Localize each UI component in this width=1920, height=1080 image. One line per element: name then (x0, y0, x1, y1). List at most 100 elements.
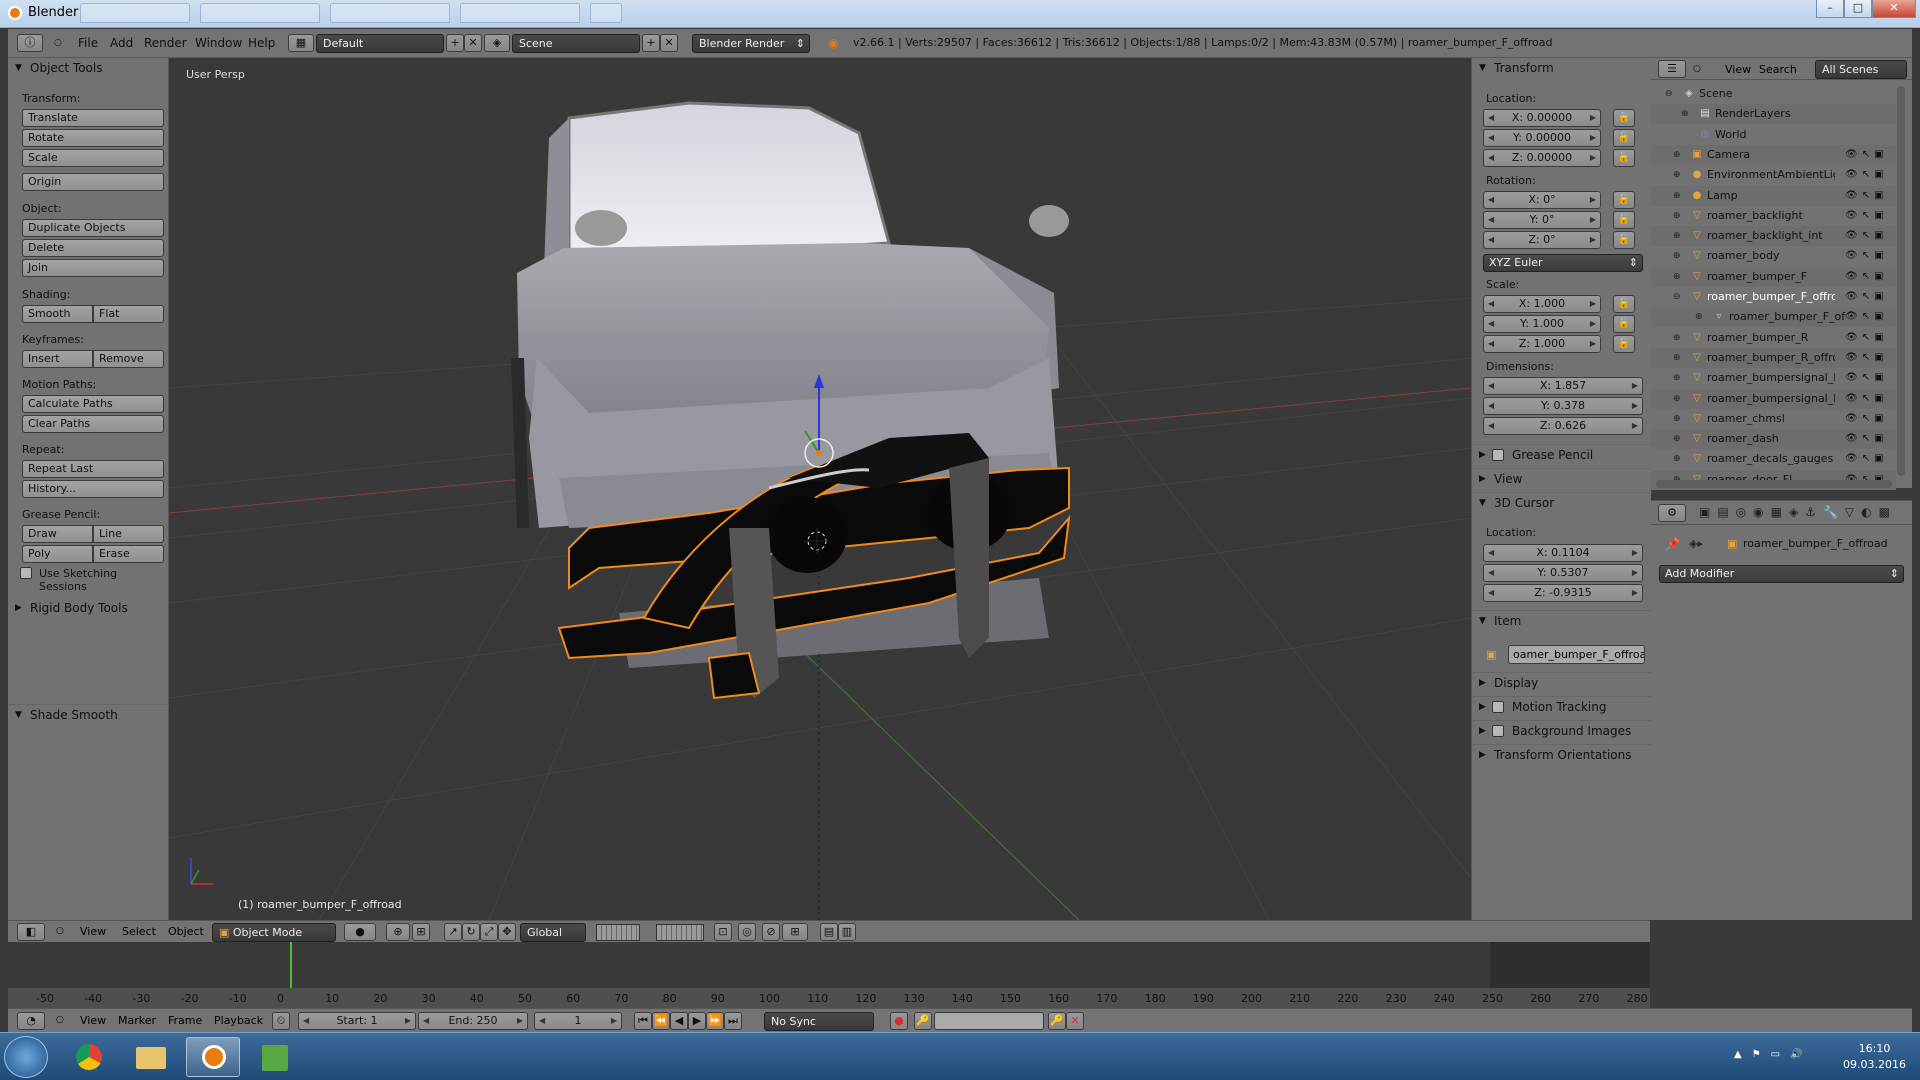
3d-viewport[interactable] (169, 58, 1471, 920)
render-image-icon[interactable]: ▤ (820, 923, 838, 941)
expand-toggle-icon[interactable]: ⊕ (1695, 307, 1703, 327)
rotate-manipulator-icon[interactable]: ↻ (462, 923, 480, 941)
play-icon[interactable]: ▶ (688, 1012, 706, 1030)
lock-icon[interactable]: 🔓 (1613, 231, 1635, 249)
increment-arrow-icon[interactable]: ▶ (1590, 212, 1596, 228)
object-tools-header[interactable]: ▼ Object Tools (8, 58, 169, 78)
outliner-row[interactable]: ⊕ ▤ RenderLayers (1651, 104, 1896, 125)
expand-toggle-icon[interactable]: ⊕ (1673, 186, 1681, 206)
grease-poly-button[interactable]: Poly (22, 545, 93, 563)
snap-element-icon[interactable]: ⊞ (782, 923, 808, 941)
current-frame-field[interactable]: ◀ 1 ▶ (534, 1012, 622, 1030)
viewport-menu-view[interactable]: View (80, 925, 106, 938)
increment-arrow-icon[interactable]: ▶ (1632, 398, 1638, 414)
decrement-arrow-icon[interactable]: ◀ (1488, 130, 1494, 146)
translate-manipulator-icon[interactable]: ↗ (444, 923, 462, 941)
keying-set-icon[interactable]: 🔑 (914, 1012, 932, 1030)
grease-erase-button[interactable]: Erase (93, 545, 164, 563)
layers-grid-icon[interactable] (596, 924, 640, 941)
timeline-menu-frame[interactable]: Frame (168, 1014, 202, 1027)
outliner-row[interactable]: ⊕ ▽ roamer_bumpersignal_FF 👁↖▣ (1651, 388, 1896, 409)
dimension-z-field[interactable]: ◀ Z: 0.626 ▶ (1483, 417, 1643, 435)
insert-keyframe-button[interactable]: Insert (22, 350, 93, 368)
outliner-row[interactable]: ⊕ ▽ roamer_bumper_F 👁↖▣ (1651, 266, 1896, 287)
outliner-row[interactable]: ◍ World (1651, 125, 1896, 145)
outliner-row[interactable]: ⊖ ◈ Scene (1651, 84, 1896, 104)
rotate-button[interactable]: Rotate (22, 129, 164, 147)
cursor-z-field[interactable]: ◀ Z: -0.9315 ▶ (1483, 584, 1643, 602)
lock-icon[interactable]: 🔒 (1613, 109, 1635, 127)
decrement-arrow-icon[interactable]: ◀ (1488, 150, 1494, 166)
grease-draw-button[interactable]: Draw (22, 525, 93, 543)
rotation-x-field[interactable]: ◀ X: 0° ▶ (1483, 191, 1601, 209)
chrome-taskbar-icon[interactable] (62, 1037, 116, 1077)
timeline-editor-icon[interactable]: ◔ (17, 1012, 45, 1030)
decrement-arrow-icon[interactable]: ◀ (1488, 212, 1494, 228)
decrement-arrow-icon[interactable]: ◀ (1488, 585, 1494, 601)
decrement-arrow-icon[interactable]: ◀ (1488, 316, 1494, 332)
increment-arrow-icon[interactable]: ▶ (1590, 296, 1596, 312)
grease-pencil-panel-header[interactable]: ▶ Grease Pencil (1472, 444, 1652, 464)
pin-icon[interactable]: 📌 (1665, 537, 1680, 551)
visibility-select-render-icons[interactable]: 👁↖▣ (1845, 328, 1888, 348)
outliner-row[interactable]: ⊕ ▽ roamer_body 👁↖▣ (1651, 246, 1896, 266)
cursor-x-field[interactable]: ◀ X: 0.1104 ▶ (1483, 544, 1643, 562)
grease-pencil-checkbox[interactable] (1492, 449, 1504, 461)
visibility-select-render-icons[interactable]: 👁↖▣ (1845, 246, 1888, 266)
render-engine-select[interactable]: Blender Render ⇕ (692, 34, 810, 53)
visibility-select-render-icons[interactable]: 👁↖▣ (1845, 348, 1888, 368)
scale-y-field[interactable]: ◀ Y: 1.000 ▶ (1483, 315, 1601, 333)
expand-toggle-icon[interactable]: ⊕ (1673, 328, 1681, 348)
increment-arrow-icon[interactable]: ▶ (1632, 585, 1638, 601)
interaction-mode-select[interactable]: ▣ Object Mode (212, 923, 336, 942)
visibility-select-render-icons[interactable]: 👁↖▣ (1845, 267, 1888, 287)
scale-manipulator-icon[interactable]: ⤢ (480, 923, 498, 941)
item-panel-header[interactable]: ▼ Item (1472, 610, 1652, 630)
decrement-arrow-icon[interactable]: ◀ (1488, 378, 1494, 394)
visibility-select-render-icons[interactable]: 👁↖▣ (1845, 165, 1888, 185)
collapse-menu-icon[interactable]: ○ (1693, 64, 1701, 74)
properties-context-tabs-icon[interactable]: ▣▤◎◉▦◈⚓🔧▽◐▩ (1699, 505, 1897, 519)
visibility-select-render-icons[interactable]: 👁↖▣ (1845, 186, 1888, 206)
grease-line-button[interactable]: Line (93, 525, 164, 543)
increment-arrow-icon[interactable]: ▶ (1590, 150, 1596, 166)
view-panel-header[interactable]: ▶ View (1472, 468, 1652, 488)
insert-keyframe-icon[interactable]: 🔑 (1048, 1012, 1066, 1030)
visibility-select-render-icons[interactable]: 👁↖▣ (1845, 449, 1888, 469)
scale-x-field[interactable]: ◀ X: 1.000 ▶ (1483, 295, 1601, 313)
collapse-menu-icon[interactable]: ○ (56, 926, 64, 936)
snap-icon[interactable]: ⊘ (762, 923, 780, 941)
menu-file[interactable]: File (78, 36, 98, 50)
expand-toggle-icon[interactable]: ⊕ (1673, 165, 1681, 185)
expand-toggle-icon[interactable]: ⊕ (1673, 429, 1681, 449)
visibility-select-render-icons[interactable]: 👁↖▣ (1845, 368, 1888, 388)
timeline-menu-playback[interactable]: Playback (214, 1014, 263, 1027)
visibility-select-render-icons[interactable]: 👁↖▣ (1845, 429, 1888, 449)
combined-manipulator-icon[interactable]: ✥ (498, 923, 516, 941)
menu-window[interactable]: Window (195, 36, 242, 50)
menu-help[interactable]: Help (248, 36, 275, 50)
lock-icon[interactable]: 🔓 (1613, 191, 1635, 209)
editor-type-icon[interactable]: ⓘ (17, 34, 43, 52)
timeline-menu-view[interactable]: View (80, 1014, 106, 1027)
motion-tracking-panel-header[interactable]: ▶ Motion Tracking (1472, 696, 1652, 716)
expand-toggle-icon[interactable]: ⊕ (1673, 246, 1681, 266)
manipulator-icon[interactable]: ⊞ (412, 923, 430, 941)
outliner-editor-icon[interactable]: ☰ (1658, 60, 1686, 78)
lock-icon[interactable]: 🔓 (1613, 295, 1635, 313)
expand-toggle-icon[interactable]: ⊕ (1673, 145, 1681, 165)
increment-arrow-icon[interactable]: ▶ (1632, 418, 1638, 434)
increment-arrow-icon[interactable]: ▶ (1632, 378, 1638, 394)
outliner-row[interactable]: ⊕ ▽ roamer_decals_gauges 👁↖▣ (1651, 449, 1896, 469)
visibility-select-render-icons[interactable]: 👁↖▣ (1845, 409, 1888, 429)
expand-toggle-icon[interactable]: ⊕ (1673, 267, 1681, 287)
start-button[interactable] (4, 1036, 48, 1078)
collapse-menu-icon[interactable]: ○ (56, 1015, 64, 1025)
remove-scene-icon[interactable]: ✕ (660, 34, 678, 52)
background-images-panel-header[interactable]: ▶ Background Images (1472, 720, 1652, 740)
decrement-arrow-icon[interactable]: ◀ (1488, 296, 1494, 312)
motion-tracking-checkbox[interactable] (1492, 701, 1504, 713)
remove-keyframe-button[interactable]: Remove (93, 350, 164, 368)
scale-z-field[interactable]: ◀ Z: 1.000 ▶ (1483, 335, 1601, 353)
display-panel-header[interactable]: ▶ Display (1472, 672, 1652, 692)
